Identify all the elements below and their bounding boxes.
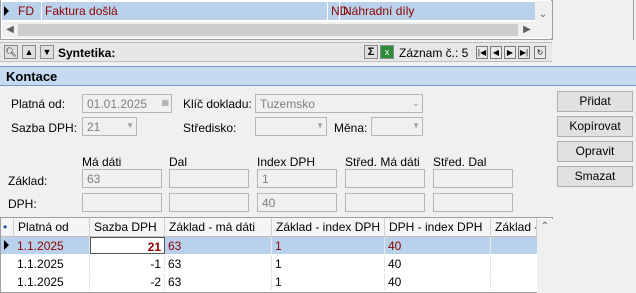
dph-ma-dati-field[interactable] xyxy=(82,193,162,212)
scroll-down-icon[interactable]: ⌄ xyxy=(535,7,551,23)
zaklad-ma-dati-field[interactable]: 63 xyxy=(82,169,162,188)
horizontal-scrollbar[interactable]: ◀ ▶ xyxy=(2,22,535,38)
top-grid-row[interactable]: FD Faktura došlá ND Náhradní díly xyxy=(2,2,535,20)
mena-select[interactable]: ▼ xyxy=(371,117,423,136)
dph-stred-ma-dati-field[interactable] xyxy=(345,193,425,212)
record-counter: Záznam č.: 5 xyxy=(399,46,469,60)
first-record-icon[interactable]: |◀ xyxy=(476,46,488,59)
stredisko-select[interactable]: ▼ xyxy=(255,117,327,136)
top-cell-code: FD xyxy=(18,4,34,18)
th-sazba-dph[interactable]: Sazba DPH xyxy=(90,218,165,237)
dropdown-arrow-icon[interactable]: ▼ xyxy=(412,121,420,130)
sort-down-icon[interactable]: ▼ xyxy=(40,45,54,59)
zaklad-label: Základ: xyxy=(8,174,48,188)
section-title: Kontace xyxy=(6,69,58,84)
next-record-icon[interactable]: ▶ xyxy=(504,46,516,59)
scroll-right-icon[interactable]: ▶ xyxy=(519,22,535,38)
cell-platna-od: 1.1.2025 xyxy=(14,273,90,290)
table-row[interactable]: 1.1.2025 -2 63 1 40 xyxy=(1,273,537,290)
smazat-button[interactable]: Smazat xyxy=(557,166,633,187)
scroll-up-icon[interactable]: ⌃ xyxy=(537,219,553,235)
col-header-index-dph: Index DPH xyxy=(257,155,316,169)
cell-sazba-dph: -2 xyxy=(90,273,165,290)
platna-od-field[interactable]: 01.01.2025 ▦ xyxy=(82,94,172,113)
col-header-stred-dal: Střed. Dal xyxy=(433,155,487,169)
platna-od-value: 01.01.2025 xyxy=(87,97,148,111)
sazba-dph-value: 21 xyxy=(87,120,101,134)
col-header-ma-dati: Má dáti xyxy=(82,155,122,169)
col-header-dal: Dal xyxy=(169,155,188,169)
cell-dph-index: 40 xyxy=(385,273,491,290)
zaklad-dal-field[interactable] xyxy=(169,169,249,188)
cell-sazba-dph: -1 xyxy=(90,255,165,272)
prev-record-icon[interactable]: ◀ xyxy=(490,46,502,59)
klic-dokladu-select[interactable]: Tuzemsko ⌄ xyxy=(255,94,423,113)
dph-index-dph-field[interactable]: 40 xyxy=(257,193,337,212)
table-row[interactable]: 1.1.2025 -1 63 1 40 xyxy=(1,255,537,272)
sazba-dph-label: Sazba DPH: xyxy=(11,121,78,135)
top-grid: FD Faktura došlá ND Náhradní díly ◀ ▶ ⌄ xyxy=(0,0,552,40)
opravit-button[interactable]: Opravit xyxy=(557,141,633,162)
sazba-dph-select[interactable]: 21 ▼ xyxy=(82,117,137,136)
search-icon[interactable]: 🔍︎ xyxy=(4,45,18,59)
cell-zaklad-index: 1 xyxy=(272,273,385,290)
syntetika-label: Syntetika: xyxy=(58,46,116,60)
scroll-thumb[interactable] xyxy=(18,24,518,36)
kontace-table: • Platná od Sazba DPH Základ - má dáti Z… xyxy=(0,217,553,293)
cell-dph-index: 40 xyxy=(385,237,491,254)
cell-zaklad-ma-dati: 63 xyxy=(165,237,272,254)
col-header-stred-ma-dati: Střed. Má dáti xyxy=(345,155,420,169)
right-pane-mid xyxy=(552,40,636,64)
stredisko-label: Středisko: xyxy=(183,121,237,135)
excel-export-icon[interactable]: x xyxy=(380,45,394,59)
row-pointer-icon xyxy=(4,6,9,16)
th-zaklad-more[interactable]: Základ - xyxy=(491,218,537,237)
table-vertical-scrollbar[interactable]: ⌃ xyxy=(537,219,553,293)
last-record-icon[interactable]: ▶| xyxy=(518,46,530,59)
top-vertical-scrollbar[interactable]: ⌄ xyxy=(535,1,552,38)
dropdown-arrow-icon[interactable]: ▼ xyxy=(126,121,134,130)
calendar-icon[interactable]: ▦ xyxy=(161,98,169,107)
section-header: Kontace xyxy=(0,66,636,86)
zaklad-stred-ma-dati-field[interactable] xyxy=(345,169,425,188)
zaklad-index-dph-field[interactable]: 1 xyxy=(257,169,337,188)
cell-zaklad-index: 1 xyxy=(272,237,385,254)
klic-dokladu-value: Tuzemsko xyxy=(260,97,315,111)
th-zaklad-ma-dati[interactable]: Základ - má dáti xyxy=(165,218,272,237)
sort-up-icon[interactable]: ▲ xyxy=(22,45,36,59)
th-dph-index-dph[interactable]: DPH - index DPH xyxy=(385,218,491,237)
cell-zaklad-ma-dati: 63 xyxy=(165,255,272,272)
scroll-left-icon[interactable]: ◀ xyxy=(2,22,18,38)
cell-sazba-dph-editing[interactable]: 21 xyxy=(90,237,165,254)
right-pane-top xyxy=(552,0,636,40)
platna-od-label: Platná od: xyxy=(11,97,66,111)
cell-zaklad-index: 1 xyxy=(272,255,385,272)
sum-button[interactable]: Σ xyxy=(364,45,378,59)
header-marker: • xyxy=(1,218,14,237)
chevron-down-icon[interactable]: ⌄ xyxy=(412,98,420,109)
th-platna-od[interactable]: Platná od xyxy=(14,218,90,237)
top-cell-name: Faktura došlá xyxy=(45,4,118,18)
cell-platna-od: 1.1.2025 xyxy=(14,255,90,272)
row-pointer-icon xyxy=(4,240,9,250)
dph-label: DPH: xyxy=(8,197,37,211)
dph-dal-field[interactable] xyxy=(169,193,249,212)
th-zaklad-index-dph[interactable]: Základ - index DPH xyxy=(272,218,385,237)
pridat-button[interactable]: Přidat xyxy=(557,91,633,112)
top-cell-name2: Náhradní díly xyxy=(343,4,415,18)
cell-zaklad-ma-dati: 63 xyxy=(165,273,272,290)
dph-stred-dal-field[interactable] xyxy=(433,193,513,212)
mena-label: Měna: xyxy=(334,121,368,135)
table-row[interactable]: 1.1.2025 21 63 1 40 xyxy=(1,237,537,254)
grid-toolbar: 🔍︎ ▲ ▼ Syntetika: Σ x Záznam č.: 5 |◀ ◀ … xyxy=(0,42,552,62)
dropdown-arrow-icon[interactable]: ▼ xyxy=(316,121,324,130)
cell-platna-od: 1.1.2025 xyxy=(14,237,90,254)
cell-dph-index: 40 xyxy=(385,255,491,272)
kopirovat-button[interactable]: Kopírovat xyxy=(557,116,633,137)
refresh-icon[interactable]: ↻ xyxy=(534,46,546,59)
zaklad-stred-dal-field[interactable] xyxy=(433,169,513,188)
klic-dokladu-label: Klíč dokladu: xyxy=(183,97,252,111)
